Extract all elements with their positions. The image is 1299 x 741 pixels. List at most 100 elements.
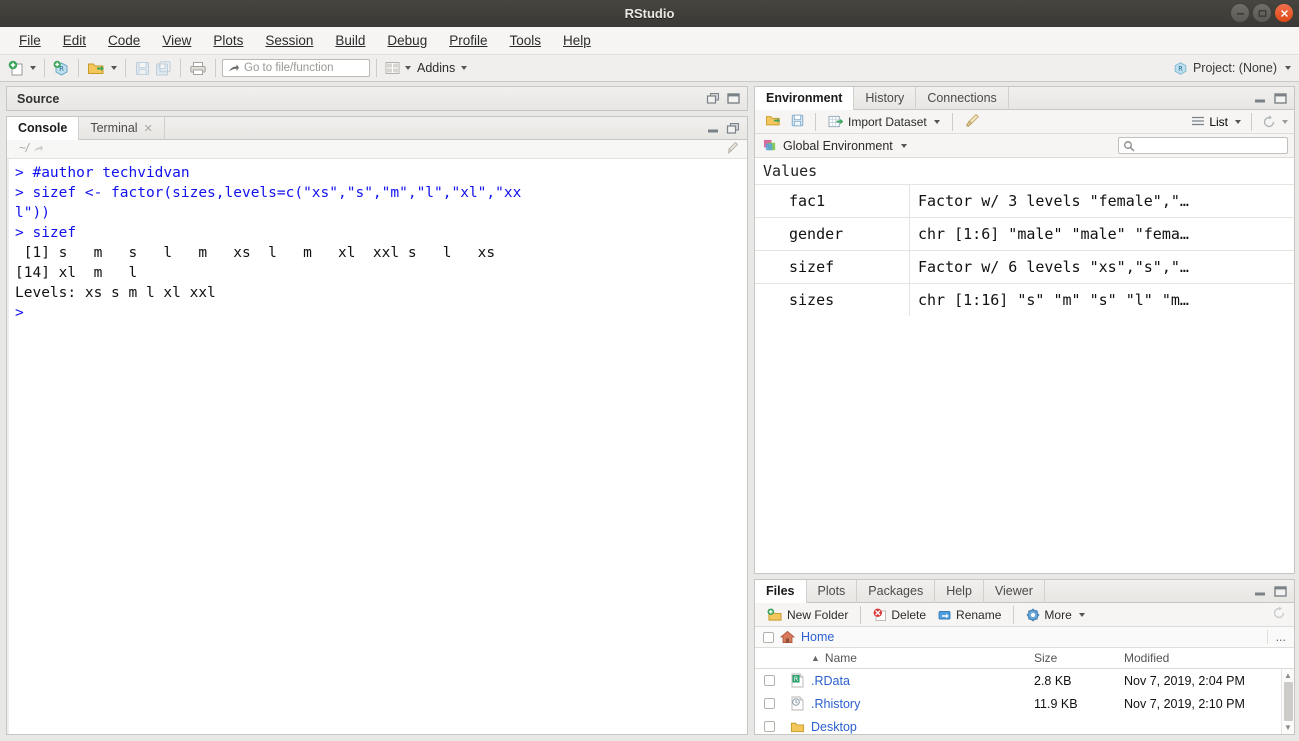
row-checkbox-cell [755, 721, 783, 732]
row-checkbox[interactable] [763, 675, 775, 686]
chevron-down-icon[interactable] [1078, 612, 1085, 617]
tab-viewer[interactable]: Viewer [984, 579, 1045, 603]
maximize-pane-icon[interactable] [1273, 585, 1288, 598]
save-button[interactable] [132, 60, 153, 77]
minimize-pane-icon[interactable] [706, 122, 721, 135]
tab-environment[interactable]: Environment [755, 86, 855, 111]
tab-files[interactable]: Files [755, 579, 807, 604]
menu-file[interactable]: File [8, 30, 52, 51]
chevron-down-icon[interactable] [933, 119, 940, 124]
scroll-down-icon[interactable]: ▼ [1284, 722, 1292, 734]
tab-plots-label: Plots [817, 584, 846, 598]
open-file-button[interactable] [85, 60, 119, 77]
open-directory-icon[interactable] [32, 143, 44, 155]
maximize-pane-icon[interactable] [1273, 92, 1288, 105]
delete-button[interactable]: Delete [867, 608, 932, 622]
column-header-modified[interactable]: Modified [1124, 651, 1294, 665]
goto-file-placeholder: Go to file/function [244, 62, 334, 74]
maximize-pane-icon[interactable] [726, 92, 741, 105]
refresh-files-icon[interactable] [1272, 606, 1286, 623]
environment-search-input[interactable] [1118, 137, 1288, 154]
table-row[interactable]: sizef Factor w/ 6 levels "xs","s","… [755, 250, 1294, 283]
menu-build[interactable]: Build [324, 30, 376, 51]
column-header-size[interactable]: Size [1034, 651, 1124, 665]
files-scrollbar[interactable]: ▲ ▼ [1281, 669, 1294, 734]
chevron-down-icon[interactable] [30, 66, 36, 70]
chevron-down-icon[interactable] [1235, 119, 1241, 124]
console-path-label[interactable]: ~/ [19, 143, 29, 155]
workspace-panes-button[interactable] [383, 61, 413, 75]
minimize-pane-icon[interactable] [1253, 92, 1268, 105]
chevron-down-icon[interactable] [405, 66, 411, 70]
close-button[interactable] [1275, 4, 1293, 22]
global-environment-label[interactable]: Global Environment [783, 139, 893, 153]
file-name[interactable]: .RData [811, 674, 1034, 688]
menu-session[interactable]: Session [254, 30, 324, 51]
row-checkbox[interactable] [763, 698, 775, 709]
breadcrumb-home-link[interactable]: Home [801, 630, 834, 644]
row-checkbox-cell [755, 698, 783, 709]
file-name[interactable]: Desktop [811, 720, 1034, 734]
close-icon[interactable]: ✕ [144, 122, 153, 135]
menu-edit[interactable]: Edit [52, 30, 97, 51]
clear-workspace-icon[interactable] [959, 113, 986, 131]
menu-view[interactable]: View [151, 30, 202, 51]
file-name[interactable]: .Rhistory [811, 697, 1034, 711]
minimize-button[interactable] [1231, 4, 1249, 22]
window-title: RStudio [624, 6, 675, 21]
tab-connections[interactable]: Connections [916, 86, 1009, 110]
addins-chevron-down-icon[interactable] [461, 66, 468, 70]
clear-console-icon[interactable] [725, 141, 739, 158]
row-checkbox[interactable] [763, 721, 775, 732]
menu-profile[interactable]: Profile [438, 30, 498, 51]
table-row[interactable]: R .RData 2.8 KB Nov 7, 2019, 2:04 PM [755, 669, 1294, 692]
chevron-down-icon[interactable] [111, 66, 117, 70]
goto-file-function-input[interactable]: Go to file/function [222, 59, 370, 77]
save-workspace-icon[interactable] [786, 113, 809, 131]
tab-terminal[interactable]: Terminal ✕ [79, 116, 165, 140]
variable-name: fac1 [755, 185, 910, 217]
menu-tools[interactable]: Tools [498, 30, 552, 51]
breadcrumb-overflow-button[interactable]: ... [1266, 630, 1286, 644]
tab-history[interactable]: History [854, 86, 917, 110]
table-row[interactable]: .Rhistory 11.9 KB Nov 7, 2019, 2:10 PM [755, 692, 1294, 715]
scrollbar-thumb[interactable] [1283, 682, 1293, 721]
menu-plots[interactable]: Plots [202, 30, 254, 51]
maximize-button[interactable] [1253, 4, 1271, 22]
new-file-button[interactable] [6, 60, 38, 77]
project-indicator[interactable]: R Project: (None) [1173, 61, 1291, 76]
load-workspace-icon[interactable] [761, 113, 786, 131]
table-row[interactable]: sizes chr [1:16] "s" "m" "s" "l" "m… [755, 283, 1294, 316]
tab-console[interactable]: Console [7, 116, 80, 141]
tab-packages[interactable]: Packages [857, 579, 936, 603]
print-button[interactable] [187, 60, 209, 77]
chevron-down-icon[interactable] [1285, 66, 1291, 70]
chevron-down-icon[interactable] [900, 143, 907, 148]
delete-label: Delete [891, 607, 927, 622]
restore-pane-icon[interactable] [706, 92, 721, 105]
refresh-button[interactable] [1262, 115, 1288, 129]
scroll-up-icon[interactable]: ▲ [1284, 669, 1292, 681]
tab-plots[interactable]: Plots [807, 579, 858, 603]
import-dataset-button[interactable]: Import Dataset [822, 115, 946, 129]
table-row[interactable]: fac1 Factor w/ 3 levels "female","… [755, 184, 1294, 217]
addins-button[interactable]: Addins [417, 61, 455, 75]
chevron-down-icon[interactable] [1282, 119, 1288, 124]
rename-button[interactable]: Rename [932, 608, 1007, 622]
more-button[interactable]: More [1020, 608, 1090, 622]
new-project-button[interactable]: R [51, 60, 72, 77]
restore-pane-icon[interactable] [726, 122, 741, 135]
column-header-name[interactable]: ▲ Name [811, 651, 1034, 665]
save-all-button[interactable] [153, 60, 174, 77]
new-folder-button[interactable]: New Folder [761, 608, 854, 622]
view-mode-button[interactable]: List [1191, 115, 1241, 129]
console-output[interactable]: > #author techvidvan > sizef <- factor(s… [7, 159, 747, 734]
table-row[interactable]: gender chr [1:6] "male" "male" "fema… [755, 217, 1294, 250]
menu-debug[interactable]: Debug [376, 30, 438, 51]
menu-code[interactable]: Code [97, 30, 151, 51]
tab-help[interactable]: Help [935, 579, 984, 603]
menu-help[interactable]: Help [552, 30, 602, 51]
table-row[interactable]: Desktop [755, 715, 1294, 734]
minimize-pane-icon[interactable] [1253, 585, 1268, 598]
select-all-checkbox[interactable] [763, 631, 774, 643]
